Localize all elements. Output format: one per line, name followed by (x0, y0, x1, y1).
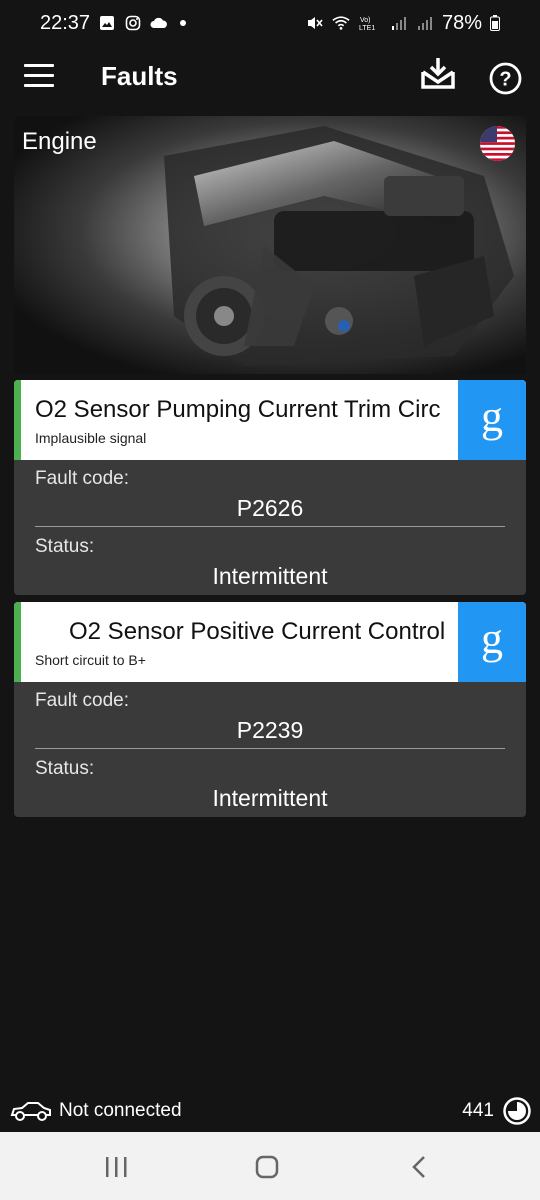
signal-icon (390, 15, 408, 31)
us-flag-icon[interactable] (480, 126, 515, 161)
svg-text:?: ? (499, 69, 511, 91)
page-title: Faults (101, 61, 178, 91)
back-icon[interactable] (399, 1152, 439, 1182)
volte-icon: Vo) LTE1 (358, 15, 382, 31)
status-bar: 22:37 Vo) LTE1 78% (0, 0, 540, 46)
clock: 22:37 (40, 11, 91, 34)
fault-card[interactable]: O2 Sensor Positive Current Control Short… (14, 602, 526, 817)
fault-subtitle: Short circuit to B+ (35, 652, 146, 668)
banner-title: Engine (22, 128, 97, 155)
fault-card-header[interactable]: O2 Sensor Positive Current Control Short… (14, 602, 526, 682)
divider (35, 748, 505, 749)
status-value: Intermittent (212, 563, 328, 589)
menu-icon[interactable] (24, 64, 54, 90)
status-label: Status: (35, 758, 95, 779)
google-search-button[interactable]: g (458, 602, 526, 682)
battery-icon (490, 15, 500, 31)
fault-title: O2 Sensor Positive Current Control (69, 618, 446, 645)
status-value: Intermittent (212, 785, 328, 811)
engine-banner: Engine (14, 116, 526, 374)
download-icon[interactable] (420, 56, 456, 92)
svg-text:LTE1: LTE1 (359, 25, 375, 31)
google-icon: g (481, 614, 503, 663)
help-icon[interactable]: ? (489, 62, 522, 95)
wifi-icon (332, 15, 350, 31)
notification-dot-icon (180, 20, 187, 26)
svg-text:Vo): Vo) (360, 17, 371, 24)
status-label: Status: (35, 536, 95, 557)
gallery-icon (98, 15, 116, 31)
fault-title: O2 Sensor Pumping Current Trim Circ (35, 396, 441, 423)
system-nav-bar (0, 1132, 540, 1200)
home-icon[interactable] (247, 1152, 287, 1182)
instagram-icon (124, 15, 142, 31)
fault-code-label: Fault code: (35, 690, 129, 711)
counter-value: 441 (462, 1100, 494, 1121)
connection-status-text: Not connected (59, 1100, 182, 1121)
mute-icon (306, 15, 324, 31)
cloud-icon (150, 15, 168, 31)
app-bar: Faults ? (0, 46, 540, 108)
recent-apps-icon[interactable] (96, 1152, 136, 1182)
google-search-button[interactable]: g (458, 380, 526, 460)
gauge-icon[interactable] (503, 1097, 531, 1125)
fault-card[interactable]: O2 Sensor Pumping Current Trim Circ Impl… (14, 380, 526, 595)
google-icon: g (481, 392, 503, 441)
fault-code-label: Fault code: (35, 468, 129, 489)
fault-code-value: P2239 (236, 717, 304, 743)
battery-level: 78% (441, 11, 482, 34)
signal-icon (416, 15, 434, 31)
divider (35, 526, 505, 527)
fault-card-header[interactable]: O2 Sensor Pumping Current Trim Circ Impl… (14, 380, 526, 460)
connection-status-bar: Not connected 441 (0, 1092, 540, 1130)
fault-code-value: P2626 (236, 495, 304, 521)
engine-image (164, 126, 514, 366)
car-icon[interactable] (10, 1100, 52, 1122)
fault-subtitle: Implausible signal (35, 430, 147, 446)
